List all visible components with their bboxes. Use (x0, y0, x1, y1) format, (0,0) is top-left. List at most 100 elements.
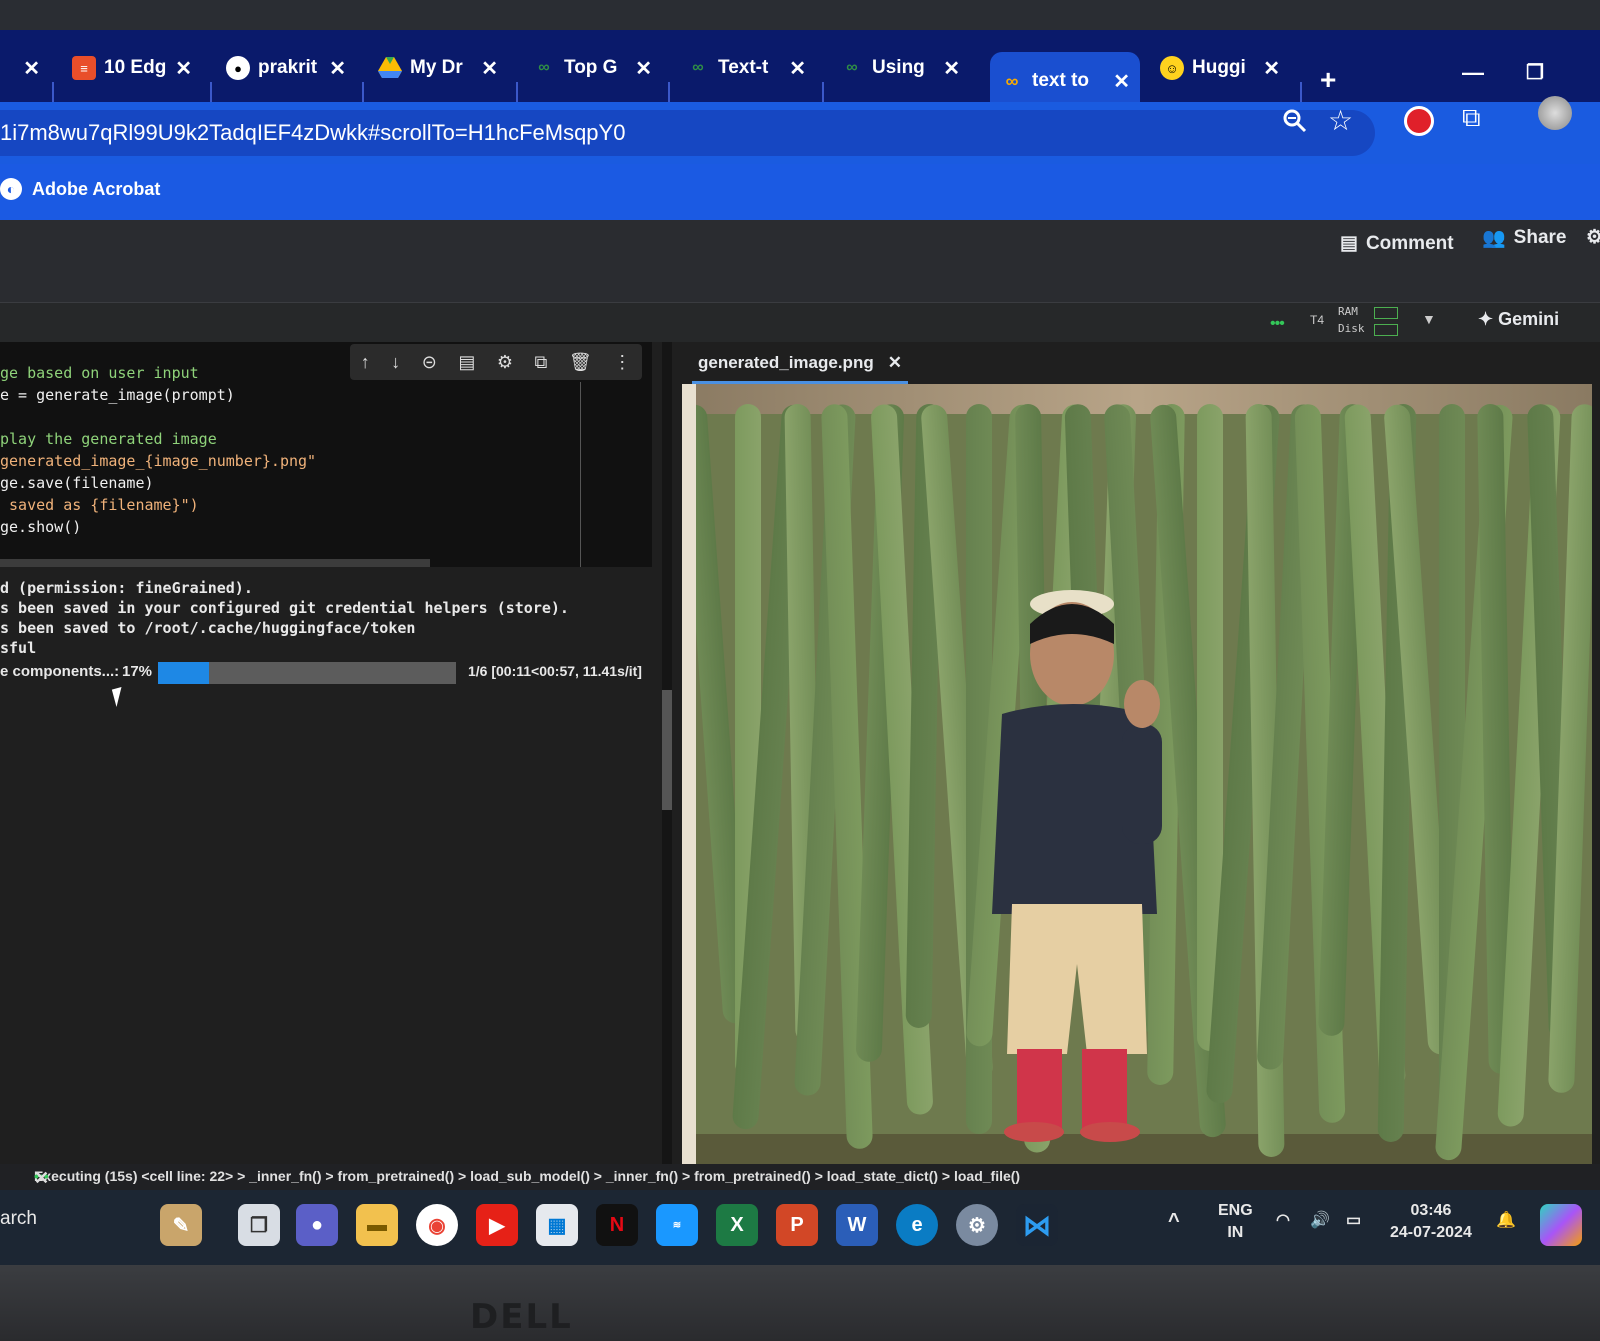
code-line: e = generate_image(prompt) (0, 386, 235, 404)
tab-huggingface[interactable]: ☺ Huggi ✕ (1150, 44, 1290, 92)
close-icon[interactable]: ✕ (888, 353, 902, 373)
delete-icon[interactable]: 🗑 (569, 352, 592, 373)
geeksforgeeks-icon: ∞ (538, 59, 550, 76)
zoom-icon[interactable] (1282, 108, 1308, 141)
resource-monitor[interactable]: RAM Disk (1338, 303, 1365, 337)
cell-settings-icon[interactable]: ⚙ (497, 352, 513, 373)
more-options-icon[interactable]: ⋮ (613, 352, 631, 373)
edge-icon[interactable]: e (896, 1204, 938, 1246)
close-icon[interactable]: ✕ (943, 56, 960, 81)
tab-partial[interactable]: ✕ (0, 44, 50, 92)
show-hidden-icons-icon[interactable]: ^ (1168, 1210, 1180, 1232)
gemini-label: Gemini (1498, 309, 1560, 329)
settings-gear-icon[interactable]: ⚙ (1586, 226, 1600, 249)
adobe-acrobat-icon: ◐ (0, 178, 22, 200)
bookmarks-bar: ◐ Adobe Acrobat (0, 164, 1600, 220)
mirror-cell-icon[interactable]: ⧉ (535, 352, 548, 373)
tab-separator (362, 82, 364, 104)
youtube-icon[interactable]: ▶ (476, 1204, 518, 1246)
word-icon[interactable]: W (836, 1204, 878, 1246)
language-indicator[interactable]: ENG IN (1218, 1200, 1253, 1244)
chrome-icon[interactable]: ◉ (416, 1204, 458, 1246)
wifi-icon[interactable]: ◠ (1276, 1210, 1290, 1232)
volume-icon[interactable]: 🔊 (1310, 1210, 1330, 1232)
gemini-button[interactable]: ✦ Gemini (1478, 309, 1559, 330)
output-line: d (permission: fineGrained). (0, 579, 253, 597)
colab-icon: ∞ (1005, 70, 1019, 91)
share-button[interactable]: 👥 Share (1482, 226, 1566, 250)
code-line: play the generated image (0, 430, 217, 448)
file-tab[interactable]: generated_image.png ✕ (692, 344, 908, 384)
bookmark-adobe-acrobat[interactable]: ◐ Adobe Acrobat (0, 178, 160, 200)
image-border (682, 384, 696, 1164)
close-icon[interactable]: ✕ (23, 56, 40, 81)
runtime-dropdown-icon[interactable]: ▼ (1422, 311, 1436, 327)
search-highlight-icon[interactable]: ✎ (160, 1204, 202, 1246)
file-explorer-icon[interactable]: ▬ (356, 1204, 398, 1246)
disk-meter (1374, 324, 1398, 336)
tab-separator (822, 82, 824, 104)
language-code: ENG (1218, 1202, 1253, 1219)
tab-geeksforgeeks-text[interactable]: ∞ Text-t ✕ (676, 44, 816, 92)
teams-chat-icon[interactable]: ● (296, 1204, 338, 1246)
vscode-icon[interactable]: ⋈ (1016, 1204, 1058, 1246)
move-up-icon[interactable]: ↑ (361, 352, 370, 373)
restore-icon[interactable]: ❐ (1526, 60, 1544, 85)
progress-label: e components...: (0, 663, 120, 680)
close-icon[interactable]: ✕ (1263, 56, 1280, 81)
microsoft-store-icon[interactable]: ▦ (536, 1204, 578, 1246)
close-icon[interactable]: ✕ (635, 56, 652, 81)
extensions-puzzle-icon[interactable]: ⧉ (1462, 102, 1481, 134)
horizontal-scrollbar[interactable] (0, 559, 430, 567)
tab-label: text to (1032, 70, 1089, 91)
code-editor[interactable]: ge based on user input e = generate_image… (0, 362, 316, 538)
netflix-icon[interactable]: N (596, 1204, 638, 1246)
close-icon[interactable]: ✕ (1113, 69, 1130, 94)
address-bar[interactable]: 1i7m8wu7qRl99U9k2TadqIEF4zDwkk#scrollTo=… (0, 110, 1375, 156)
task-view-icon[interactable]: ❐ (238, 1204, 280, 1246)
comment-button[interactable]: ▤ Comment (1340, 232, 1454, 255)
code-cell[interactable]: ge based on user input e = generate_image… (0, 342, 652, 567)
tab-geeksforgeeks-top[interactable]: ∞ Top G ✕ (522, 44, 662, 92)
code-line: saved as {filename}") (0, 496, 199, 514)
tab-google-drive[interactable]: My Dr ✕ (368, 44, 508, 92)
extension-icon[interactable] (1404, 106, 1434, 136)
close-icon[interactable]: ✕ (481, 56, 498, 81)
move-down-icon[interactable]: ↓ (391, 352, 400, 373)
comment-icon: ▤ (1340, 233, 1358, 254)
comment-cell-icon[interactable]: ▤ (458, 352, 475, 373)
new-tab-icon[interactable]: + (1320, 64, 1336, 96)
tab-label: Text-t (718, 57, 769, 78)
vertical-scrollbar[interactable] (662, 690, 672, 810)
minimize-icon[interactable]: — (1462, 60, 1484, 86)
prime-video-icon[interactable]: ≋ (656, 1204, 698, 1246)
output-line: sful (0, 639, 37, 657)
generated-image (682, 384, 1592, 1164)
share-people-icon: 👥 (1482, 228, 1506, 249)
close-icon[interactable]: ✕ (789, 56, 806, 81)
output-line: s been saved to /root/.cache/huggingface… (0, 619, 416, 637)
excel-icon[interactable]: X (716, 1204, 758, 1246)
output-line: s been saved in your configured git cred… (0, 599, 569, 617)
tab-edge-article[interactable]: ≡ 10 Edg ✕ (62, 44, 202, 92)
close-icon[interactable]: ✕ (329, 56, 346, 81)
settings-gear-icon[interactable]: ⚙ (956, 1204, 998, 1246)
battery-icon[interactable]: ▭ (1346, 1210, 1361, 1232)
bookmark-star-icon[interactable]: ☆ (1328, 104, 1353, 137)
powerpoint-icon[interactable]: P (776, 1204, 818, 1246)
clock[interactable]: 03:46 24-07-2024 (1390, 1200, 1472, 1244)
tab-label: Top G (564, 57, 618, 78)
profile-avatar[interactable] (1538, 96, 1572, 130)
copilot-icon[interactable] (1540, 1204, 1582, 1246)
close-icon[interactable]: ✕ (175, 56, 192, 81)
ram-label: RAM (1338, 305, 1358, 318)
tab-geeksforgeeks-using[interactable]: ∞ Using ✕ (830, 44, 970, 92)
close-icon[interactable]: ✕ (34, 1168, 49, 1189)
tab-github[interactable]: ● prakrit ✕ (216, 44, 356, 92)
notification-bell-icon[interactable]: 🔔 (1496, 1210, 1516, 1232)
url-text[interactable]: 1i7m8wu7qRl99U9k2TadqIEF4zDwkk#scrollTo=… (0, 120, 625, 146)
link-icon[interactable]: ⊝ (422, 352, 437, 373)
colab-header: ▤ Comment 👥 Share ⚙ (0, 220, 1600, 302)
taskbar-search[interactable]: arch (0, 1208, 37, 1230)
browser-toolbar: 1i7m8wu7qRl99U9k2TadqIEF4zDwkk#scrollTo=… (0, 102, 1600, 164)
